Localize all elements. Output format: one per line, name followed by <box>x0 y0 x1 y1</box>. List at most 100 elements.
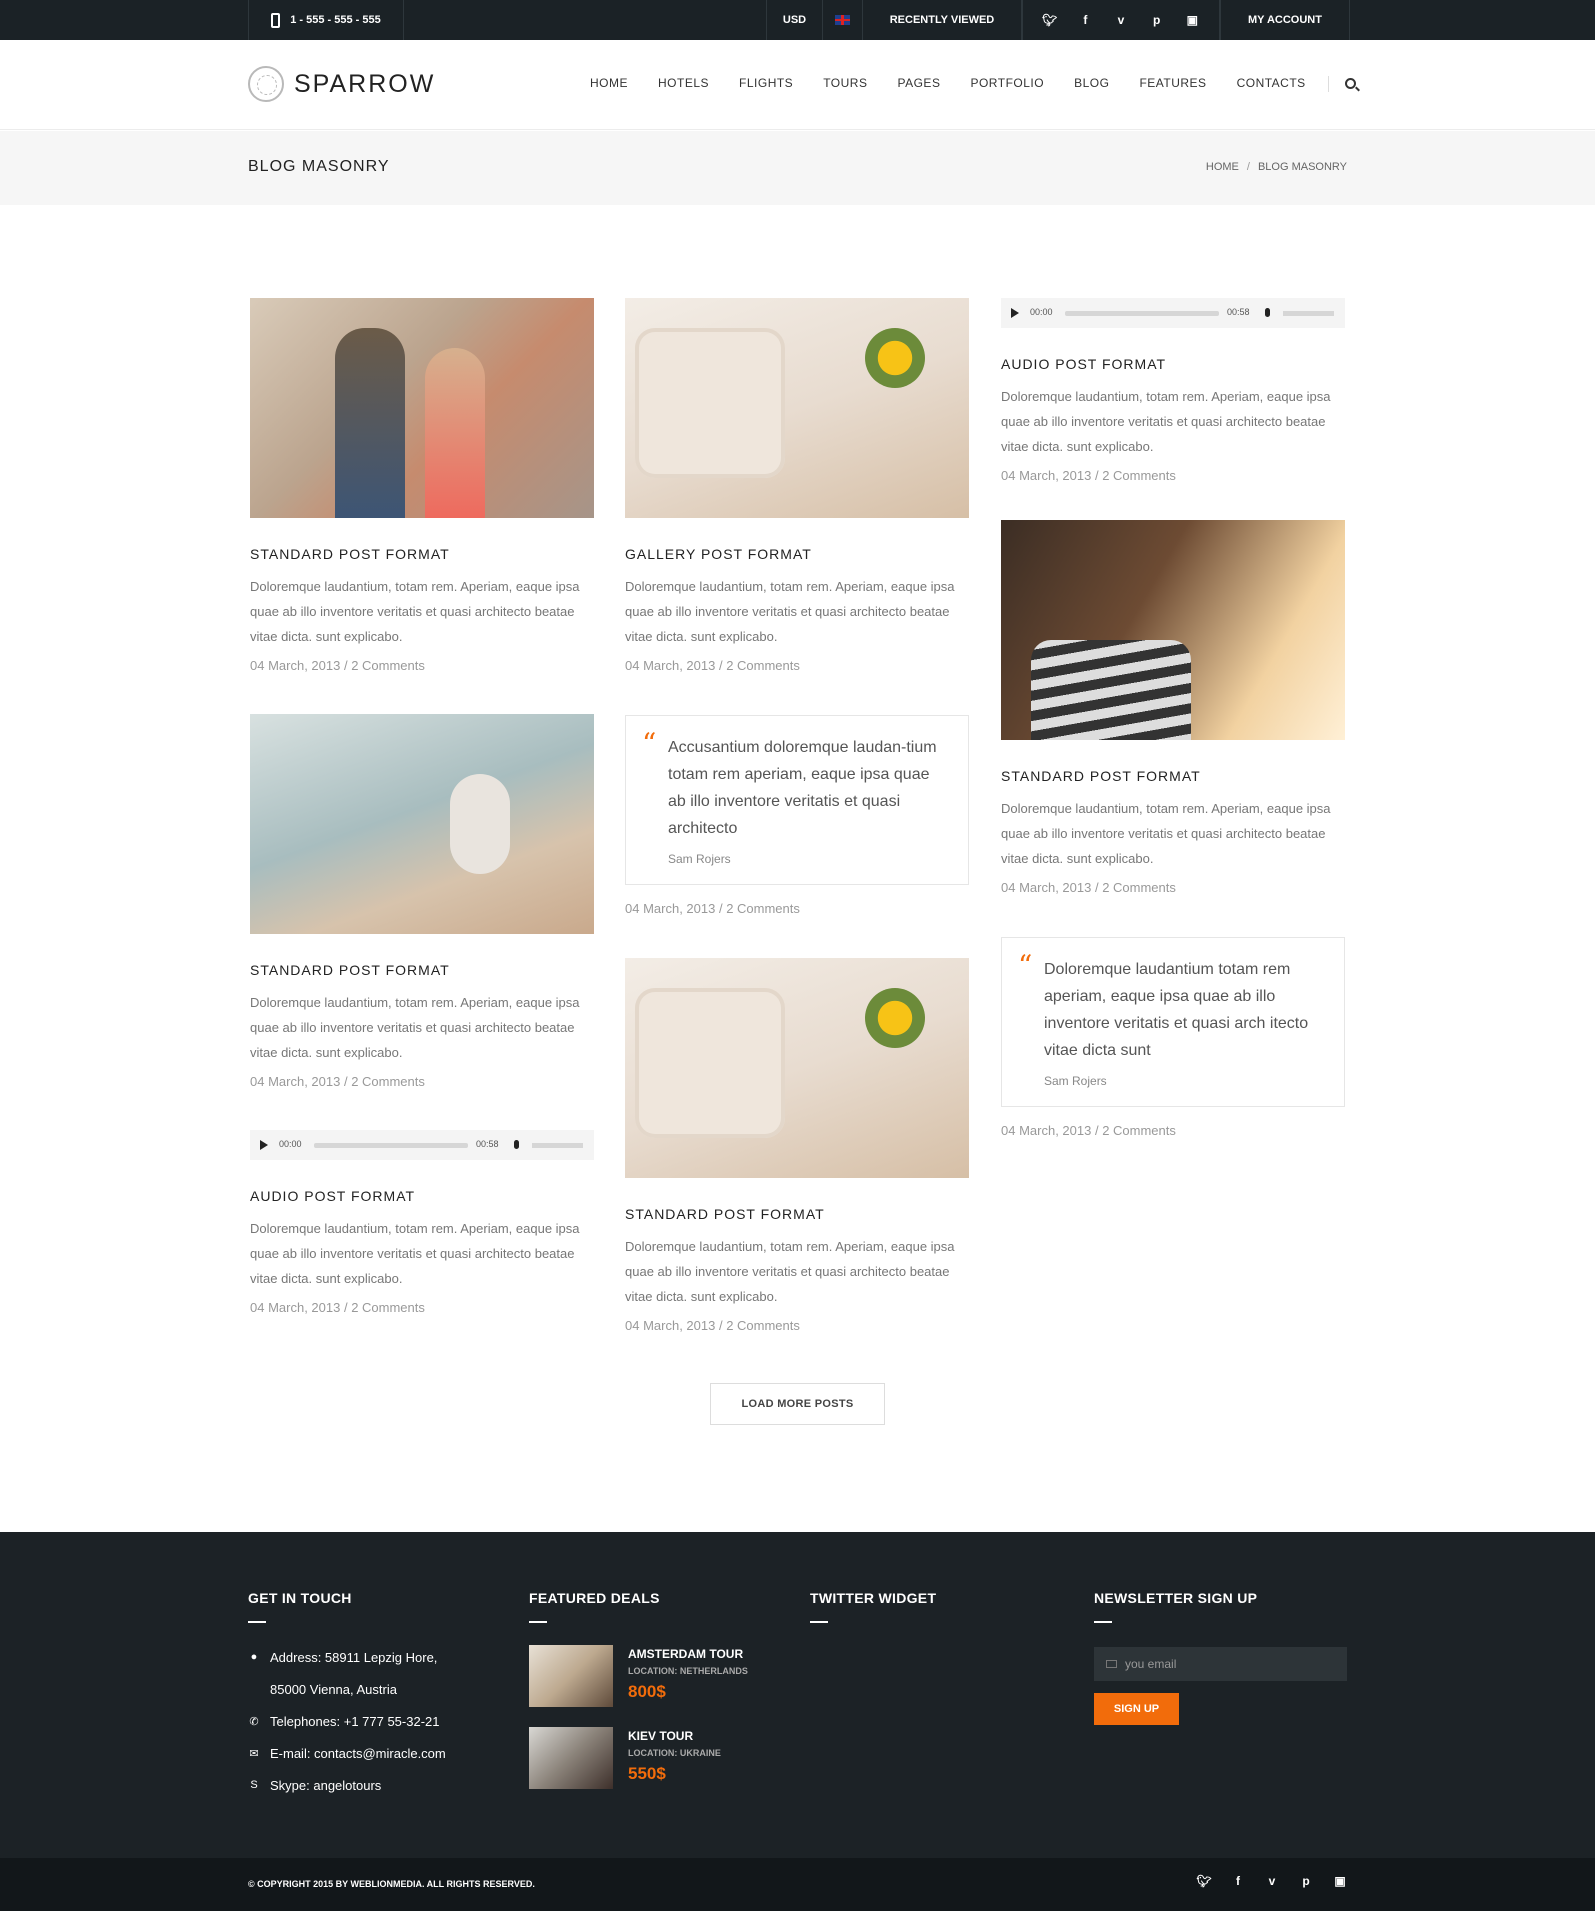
footer-deals: FEATURED DEALS AMSTERDAM TOUR LOCATION: … <box>529 1590 769 1789</box>
post-title[interactable]: STANDARD POST FORMAT <box>625 1206 969 1222</box>
blog-post-card: STANDARD POST FORMAT Doloremque laudanti… <box>625 958 969 1333</box>
post-meta-separator: / <box>715 1318 727 1333</box>
facebook-icon[interactable]: f <box>1229 1874 1247 1888</box>
nav-item-home[interactable]: HOME <box>590 76 628 92</box>
post-comments-link[interactable]: 2 Comments <box>1102 468 1176 483</box>
post-title[interactable]: STANDARD POST FORMAT <box>250 962 594 978</box>
language-selector[interactable] <box>822 0 862 40</box>
footer-heading: FEATURED DEALS <box>529 1590 660 1606</box>
post-image-beach[interactable] <box>250 714 594 934</box>
audio-player: 00:00 00:58 <box>250 1130 594 1160</box>
quote-icon: “ <box>1018 949 1033 982</box>
post-meta-separator: / <box>340 1074 352 1089</box>
deal-price: 550$ <box>628 1764 666 1783</box>
post-date: 04 March, 2013 <box>625 658 716 673</box>
instagram-icon[interactable]: ▣ <box>1183 13 1201 27</box>
post-image-gallery[interactable] <box>625 298 969 518</box>
footer-heading: TWITTER WIDGET <box>810 1590 937 1606</box>
nav-item-portfolio[interactable]: PORTFOLIO <box>970 76 1044 92</box>
footer-newsletter: NEWSLETTER SIGN UP you email SIGN UP <box>1094 1590 1354 1725</box>
nav-item-hotels[interactable]: HOTELS <box>658 76 709 92</box>
envelope-icon: ✉ <box>249 1747 259 1760</box>
pinterest-icon[interactable]: p <box>1148 13 1166 27</box>
post-comments-link[interactable]: 2 Comments <box>726 1318 800 1333</box>
post-title[interactable]: GALLERY POST FORMAT <box>625 546 969 562</box>
post-comments-link[interactable]: 2 Comments <box>1102 880 1176 895</box>
newsletter-email-field[interactable]: you email <box>1094 1647 1347 1681</box>
volume-icon[interactable] <box>1265 308 1270 317</box>
load-more-button[interactable]: LOAD MORE POSTS <box>710 1383 885 1425</box>
post-image-tea[interactable] <box>625 958 969 1178</box>
my-account-link[interactable]: MY ACCOUNT <box>1220 0 1350 40</box>
nav-item-tours[interactable]: TOURS <box>823 76 867 92</box>
heading-underline <box>810 1621 828 1623</box>
recently-viewed-link[interactable]: RECENTLY VIEWED <box>862 0 1022 40</box>
volume-slider[interactable] <box>1283 311 1334 316</box>
quote-text: Doloremque laudantium totam rem aperiam,… <box>1044 961 1309 1059</box>
post-comments-link[interactable]: 2 Comments <box>351 1074 425 1089</box>
deal-item[interactable]: AMSTERDAM TOUR LOCATION: NETHERLANDS 800… <box>529 1645 769 1707</box>
deal-title[interactable]: AMSTERDAM TOUR <box>628 1647 748 1661</box>
signup-button[interactable]: SIGN UP <box>1094 1693 1179 1725</box>
volume-slider[interactable] <box>532 1143 583 1148</box>
search-icon[interactable] <box>1344 78 1356 89</box>
newsletter-placeholder: you email <box>1125 1657 1177 1671</box>
post-date: 04 March, 2013 <box>625 1318 716 1333</box>
post-excerpt: Doloremque laudantium, totam rem. Aperia… <box>625 1239 955 1304</box>
nav-item-contacts[interactable]: CONTACTS <box>1237 76 1306 92</box>
contact-telephone: ✆ Telephones: +1 777 55-32-21 <box>248 1705 488 1737</box>
vimeo-icon[interactable]: v <box>1263 1874 1281 1888</box>
contact-address: ● Address: 58911 Lepzig Hore, <box>248 1641 488 1673</box>
contact-email[interactable]: ✉ E-mail: contacts@miracle.com <box>248 1737 488 1769</box>
vimeo-icon[interactable]: v <box>1112 13 1130 27</box>
post-excerpt: Doloremque laudantium, totam rem. Aperia… <box>1001 801 1331 866</box>
nav-item-flights[interactable]: FLIGHTS <box>739 76 793 92</box>
nav-item-blog[interactable]: BLOG <box>1074 76 1109 92</box>
currency-selector[interactable]: USD <box>766 0 822 40</box>
deal-title[interactable]: KIEV TOUR <box>628 1729 721 1743</box>
blog-post-card: 00:00 00:58 AUDIO POST FORMAT Doloremque… <box>250 1130 594 1315</box>
post-date: 04 March, 2013 <box>1001 468 1092 483</box>
audio-progress-bar[interactable] <box>314 1143 468 1148</box>
instagram-icon[interactable]: ▣ <box>1331 1874 1349 1888</box>
post-title[interactable]: STANDARD POST FORMAT <box>1001 768 1345 784</box>
pinterest-icon[interactable]: p <box>1297 1874 1315 1888</box>
contact-skype[interactable]: S Skype: angelotours <box>248 1769 488 1801</box>
post-comments-link[interactable]: 2 Comments <box>1102 1123 1176 1138</box>
post-title[interactable]: STANDARD POST FORMAT <box>250 546 594 562</box>
post-image-car[interactable] <box>1001 520 1345 740</box>
post-excerpt: Doloremque laudantium, totam rem. Aperia… <box>250 995 580 1060</box>
play-icon[interactable] <box>260 1140 268 1150</box>
facebook-icon[interactable]: f <box>1076 13 1094 27</box>
post-title[interactable]: AUDIO POST FORMAT <box>1001 356 1345 372</box>
post-comments-link[interactable]: 2 Comments <box>726 901 800 916</box>
volume-icon[interactable] <box>514 1140 519 1149</box>
audio-progress-bar[interactable] <box>1065 311 1219 316</box>
post-comments-link[interactable]: 2 Comments <box>726 658 800 673</box>
top-bar: 1 - 555 - 555 - 555 USD RECENTLY VIEWED … <box>0 0 1595 40</box>
page-title: BLOG MASONRY <box>248 158 390 175</box>
post-comments-link[interactable]: 2 Comments <box>351 658 425 673</box>
post-title[interactable]: AUDIO POST FORMAT <box>250 1188 594 1204</box>
deal-location: LOCATION: UKRAINE <box>628 1748 721 1758</box>
post-meta: 04 March, 2013 / 2 Comments <box>250 1300 594 1315</box>
breadcrumb-home[interactable]: HOME <box>1206 161 1239 173</box>
site-logo[interactable]: SPARROW <box>248 66 435 102</box>
blog-post-card: STANDARD POST FORMAT Doloremque laudanti… <box>1001 520 1345 895</box>
post-image-couple[interactable] <box>250 298 594 518</box>
twitter-icon[interactable]: 🐦︎ <box>1041 13 1059 27</box>
nav-item-features[interactable]: FEATURES <box>1139 76 1206 92</box>
twitter-icon[interactable]: 🐦︎ <box>1195 1874 1213 1888</box>
top-social-links: 🐦︎ f v p ▣ <box>1022 0 1220 40</box>
play-icon[interactable] <box>1011 308 1019 318</box>
deal-item[interactable]: KIEV TOUR LOCATION: UKRAINE 550$ <box>529 1727 769 1789</box>
post-meta: 04 March, 2013 / 2 Comments <box>1001 880 1345 895</box>
page-title-bar: BLOG MASONRY HOME / BLOG MASONRY <box>0 131 1595 205</box>
footer-contact: GET IN TOUCH ● Address: 58911 Lepzig Hore… <box>248 1590 488 1801</box>
nav-item-pages[interactable]: PAGES <box>897 76 940 92</box>
deal-image-amsterdam[interactable] <box>529 1645 613 1707</box>
deal-image-kiev[interactable] <box>529 1727 613 1789</box>
quote-block: “ Doloremque laudantium totam rem aperia… <box>1001 937 1345 1107</box>
bottom-bar: © COPYRIGHT 2015 BY WEBLIONMEDIA. ALL RI… <box>0 1858 1595 1911</box>
post-comments-link[interactable]: 2 Comments <box>351 1300 425 1315</box>
